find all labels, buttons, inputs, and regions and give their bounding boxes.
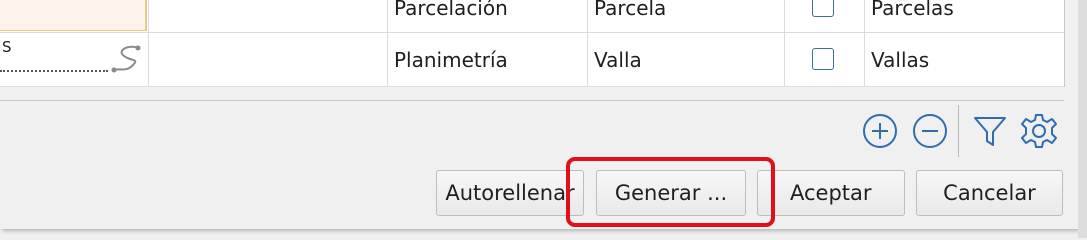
element-cell: Valla [594, 48, 642, 72]
row1-preview-cell [0, 0, 147, 31]
col-divider [864, 0, 865, 86]
layers-table: Parcelación Parcela Parcelas S Planimetr… [0, 0, 1065, 87]
row2-preview-label: S [2, 38, 12, 56]
gear-icon[interactable] [1019, 111, 1059, 151]
col-divider [587, 0, 588, 86]
layer-cell: Parcelas [871, 0, 954, 20]
col-divider [148, 0, 149, 86]
category-cell: Planimetría [394, 48, 508, 72]
table-bottom-border [0, 100, 1064, 101]
layer-cell: Vallas [871, 48, 930, 72]
minus-circle-icon[interactable] [910, 111, 950, 151]
category-cell: Parcelación [394, 0, 508, 20]
window-edge [1078, 0, 1087, 238]
filter-icon[interactable] [970, 111, 1010, 151]
col-divider [784, 0, 785, 86]
polyline-symbol-icon [111, 45, 141, 73]
row-divider [0, 86, 1064, 87]
autofill-button[interactable]: Autorellenar [436, 170, 584, 216]
row-checkbox[interactable] [812, 0, 834, 17]
row2-preview-dotted-line [0, 70, 108, 72]
dialog-window: Parcelación Parcela Parcelas S Planimetr… [0, 0, 1078, 229]
plus-circle-icon[interactable] [860, 111, 900, 151]
element-cell: Parcela [594, 0, 667, 20]
toolbar-separator [958, 105, 959, 157]
row-checkbox[interactable] [812, 48, 834, 70]
cancel-button[interactable]: Cancelar [916, 170, 1063, 216]
highlight-annotation [566, 157, 775, 227]
col-divider [387, 0, 388, 86]
row-divider [0, 32, 1064, 33]
accept-button[interactable]: Aceptar [757, 170, 905, 216]
